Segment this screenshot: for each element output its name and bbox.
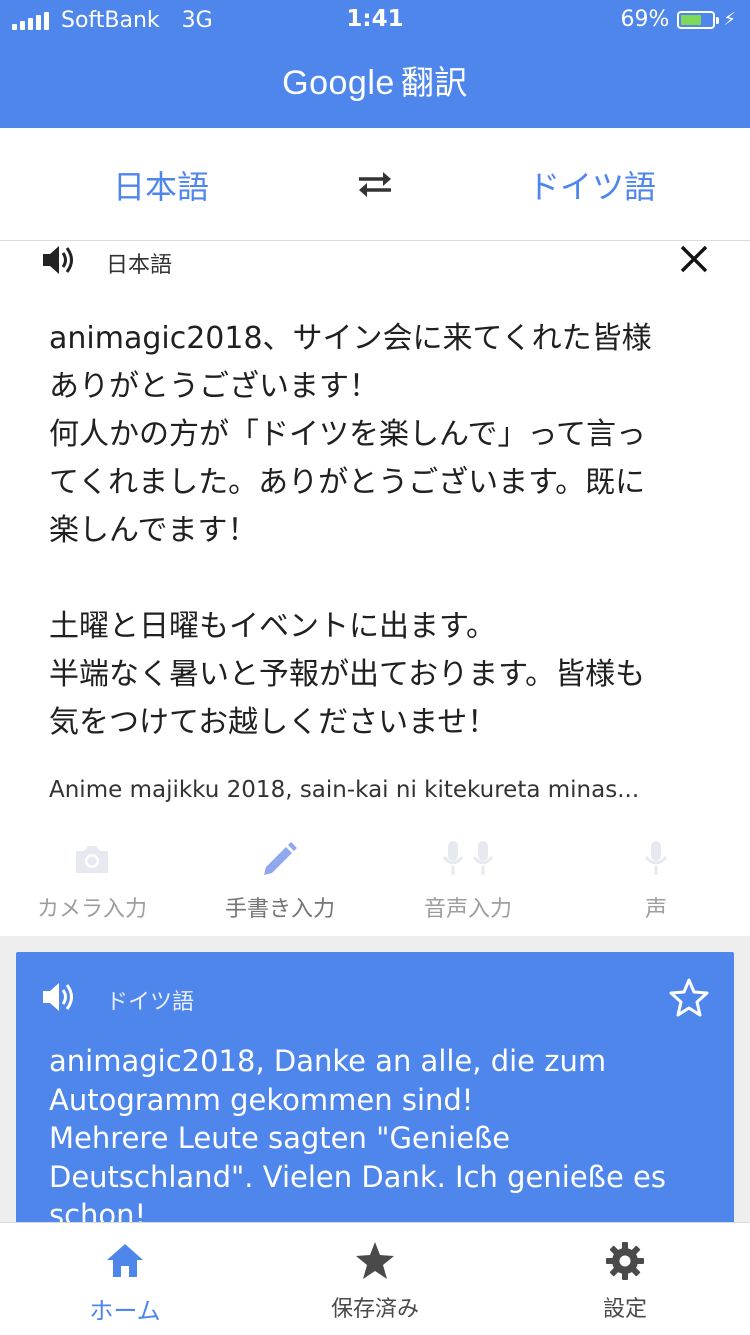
nav-settings-label: 設定 (602, 1297, 647, 1322)
app-header: SoftBank 3G 1:41 69% ⚡ Google 翻訳 (0, 0, 750, 128)
nav-home-label: ホーム (89, 1297, 161, 1325)
app-title: Google 翻訳 (0, 56, 750, 104)
voice-input-button[interactable]: 音声入力 (374, 837, 562, 923)
romanization-text: Anime majikku 2018, sain-kai ni kitekure… (49, 777, 640, 803)
bottom-navigation: ホーム 保存済み 設定 (0, 1222, 750, 1335)
nav-settings[interactable]: 設定 (500, 1239, 750, 1323)
handwriting-input-button[interactable]: 手書き入力 (186, 837, 374, 923)
nav-saved-label: 保存済み (330, 1297, 419, 1322)
target-language-button[interactable]: ドイツ語 (528, 162, 656, 208)
star-outline-icon[interactable] (668, 976, 710, 1018)
battery-percent: 69% (620, 7, 670, 32)
target-language-label: ドイツ語 (106, 990, 195, 1015)
status-right: 69% ⚡ (620, 7, 736, 32)
nav-home[interactable]: ホーム (0, 1239, 250, 1326)
camera-input-label: カメラ入力 (36, 897, 147, 922)
battery-icon (677, 10, 720, 29)
handwriting-input-label: 手書き入力 (224, 897, 335, 922)
input-tools: カメラ入力 手書き入力 音声入力 声 (0, 837, 750, 929)
translation-text: animagic2018, Danke an alle, die zum Aut… (49, 1044, 666, 1232)
star-icon (356, 1242, 394, 1279)
speech-button[interactable]: 声 (562, 837, 750, 923)
charging-bolt-icon: ⚡ (723, 9, 736, 30)
status-bar: SoftBank 3G 1:41 69% ⚡ (0, 0, 750, 40)
voice-input-label: 音声入力 (423, 897, 512, 922)
gear-icon (606, 1242, 644, 1280)
speech-label: 声 (644, 897, 667, 922)
language-bar: 日本語 ドイツ語 (0, 128, 750, 241)
source-text[interactable]: animagic2018、サイン会に来てくれた皆様 ありがとうございます！ 何人… (49, 315, 709, 747)
swap-arrows-icon[interactable] (355, 166, 395, 202)
input-card: 日本語 animagic2018、サイン会に来てくれた皆様 ありがとうございます… (0, 241, 750, 936)
nav-saved[interactable]: 保存済み (250, 1239, 500, 1323)
pen-icon (264, 842, 297, 875)
dual-mic-icon (442, 841, 494, 875)
camera-input-button[interactable]: カメラ入力 (0, 837, 186, 923)
speaker-icon[interactable] (40, 978, 78, 1016)
close-icon[interactable] (678, 243, 710, 275)
translation-card[interactable]: ドイツ語 animagic2018, Danke an alle, die zu… (16, 952, 734, 1242)
home-icon (107, 1244, 143, 1277)
source-language-button[interactable]: 日本語 (113, 162, 209, 208)
brand-name: Google (282, 64, 395, 102)
mic-icon (644, 841, 668, 875)
speaker-icon[interactable] (40, 241, 78, 279)
source-language-label: 日本語 (106, 253, 173, 278)
camera-icon (76, 846, 108, 873)
title-text: 翻訳 (400, 63, 468, 102)
